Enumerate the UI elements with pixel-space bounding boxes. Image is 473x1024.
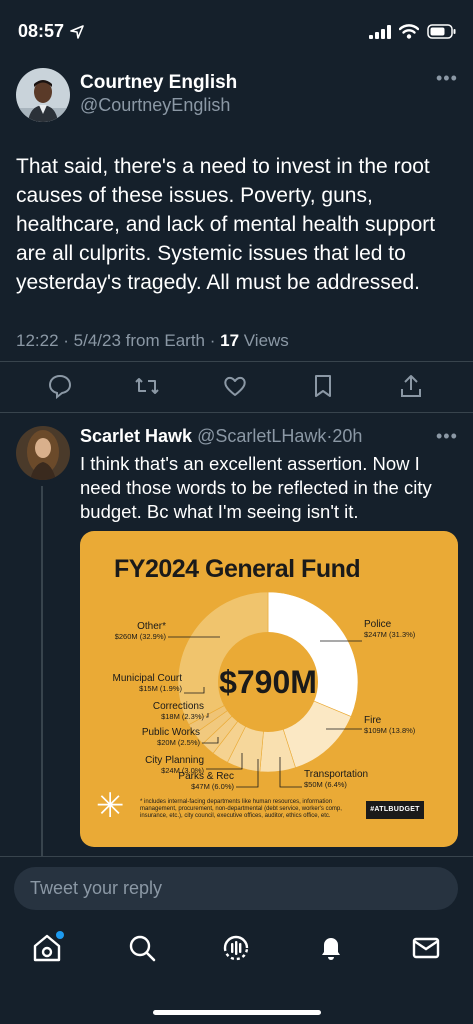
slice-label: City Planning bbox=[145, 755, 204, 766]
avatar-image bbox=[16, 68, 70, 122]
more-options-icon[interactable]: ••• bbox=[436, 68, 458, 89]
slice-label: Corrections bbox=[153, 701, 204, 712]
author-name[interactable]: Courtney English bbox=[80, 72, 237, 94]
slice-value-label: $109M (13.8%) bbox=[364, 726, 416, 735]
spaces-icon[interactable] bbox=[221, 933, 251, 963]
slice-label: Fire bbox=[364, 715, 382, 726]
reply-icon[interactable] bbox=[47, 373, 73, 399]
like-icon[interactable] bbox=[222, 373, 248, 399]
reply-time[interactable]: ·20h bbox=[326, 426, 362, 446]
reply-text: I think that's an excellent assertion. N… bbox=[80, 453, 432, 522]
reply-header: Scarlet Hawk @ScarletLHawk·20h bbox=[80, 426, 362, 447]
reply-author-handle[interactable]: @ScarletLHawk bbox=[197, 426, 326, 446]
slice-value-label: $260M (32.9%) bbox=[115, 632, 167, 641]
notifications-icon[interactable] bbox=[316, 933, 346, 963]
messages-icon[interactable] bbox=[411, 933, 441, 963]
tweet-timestamp[interactable]: 12:22 · 5/4/23 from Earth · bbox=[16, 331, 220, 350]
slice-label: Municipal Court bbox=[113, 673, 183, 684]
asterisk-icon: ✳ bbox=[96, 787, 125, 825]
home-indicator bbox=[153, 1010, 321, 1015]
avatar[interactable] bbox=[16, 68, 70, 122]
tweet-text: That said, there's a need to invest in t… bbox=[16, 155, 436, 294]
slice-value-label: $24M (3.0%) bbox=[161, 766, 204, 775]
slice-label: Transportation bbox=[304, 769, 368, 780]
slice-label: Police bbox=[364, 619, 392, 630]
slice-label: Other* bbox=[137, 621, 166, 632]
clock-label: 08:57 bbox=[18, 21, 65, 41]
more-options-icon[interactable]: ••• bbox=[436, 426, 458, 447]
bookmark-icon[interactable] bbox=[310, 373, 336, 399]
avatar-image bbox=[16, 426, 70, 480]
divider bbox=[0, 361, 473, 362]
battery-icon bbox=[427, 24, 456, 39]
views-count: 17 bbox=[220, 331, 240, 350]
retweet-icon[interactable] bbox=[134, 373, 160, 399]
views-label: Views bbox=[239, 331, 289, 350]
divider bbox=[0, 412, 473, 413]
slice-value-label: $47M (6.0%) bbox=[191, 782, 234, 791]
divider bbox=[0, 856, 473, 857]
bottom-navigation bbox=[0, 925, 473, 1024]
wifi-icon bbox=[399, 24, 419, 39]
slice-value-label: $18M (2.3%) bbox=[161, 712, 204, 721]
notification-dot bbox=[56, 931, 64, 939]
status-time: 08:57 bbox=[18, 21, 84, 42]
slice-value-label: $50M (6.4%) bbox=[304, 780, 347, 789]
slice-value-label: $247M (31.3%) bbox=[364, 630, 416, 639]
slice-value-label: $15M (1.9%) bbox=[139, 684, 182, 693]
author-handle[interactable]: @CourtneyEnglish bbox=[80, 95, 230, 116]
slice-value-label: $20M (2.5%) bbox=[157, 738, 200, 747]
location-arrow-icon bbox=[70, 24, 84, 39]
status-bar: 08:57 bbox=[0, 0, 473, 64]
chart-image[interactable]: FY2024 General Fund $790M Police $247M (3… bbox=[80, 531, 458, 847]
reply-author-name[interactable]: Scarlet Hawk bbox=[80, 426, 192, 446]
slice-label: Public Works bbox=[142, 727, 200, 738]
thread-line bbox=[41, 486, 43, 856]
hashtag-badge: #ATLBUDGET bbox=[366, 801, 424, 819]
tweet-action-bar bbox=[0, 367, 473, 407]
share-icon[interactable] bbox=[398, 373, 424, 399]
search-icon[interactable] bbox=[127, 933, 157, 963]
status-icons bbox=[369, 24, 457, 39]
tweet-meta: 12:22 · 5/4/23 from Earth · 17 Views bbox=[16, 331, 289, 351]
reply-input[interactable]: Tweet your reply bbox=[14, 867, 458, 910]
chart-center-label: $790M bbox=[219, 664, 317, 700]
avatar[interactable] bbox=[16, 426, 70, 480]
cellular-signal-icon bbox=[369, 24, 391, 39]
chart-footnote: * includes internal-facing departments l… bbox=[140, 799, 342, 819]
